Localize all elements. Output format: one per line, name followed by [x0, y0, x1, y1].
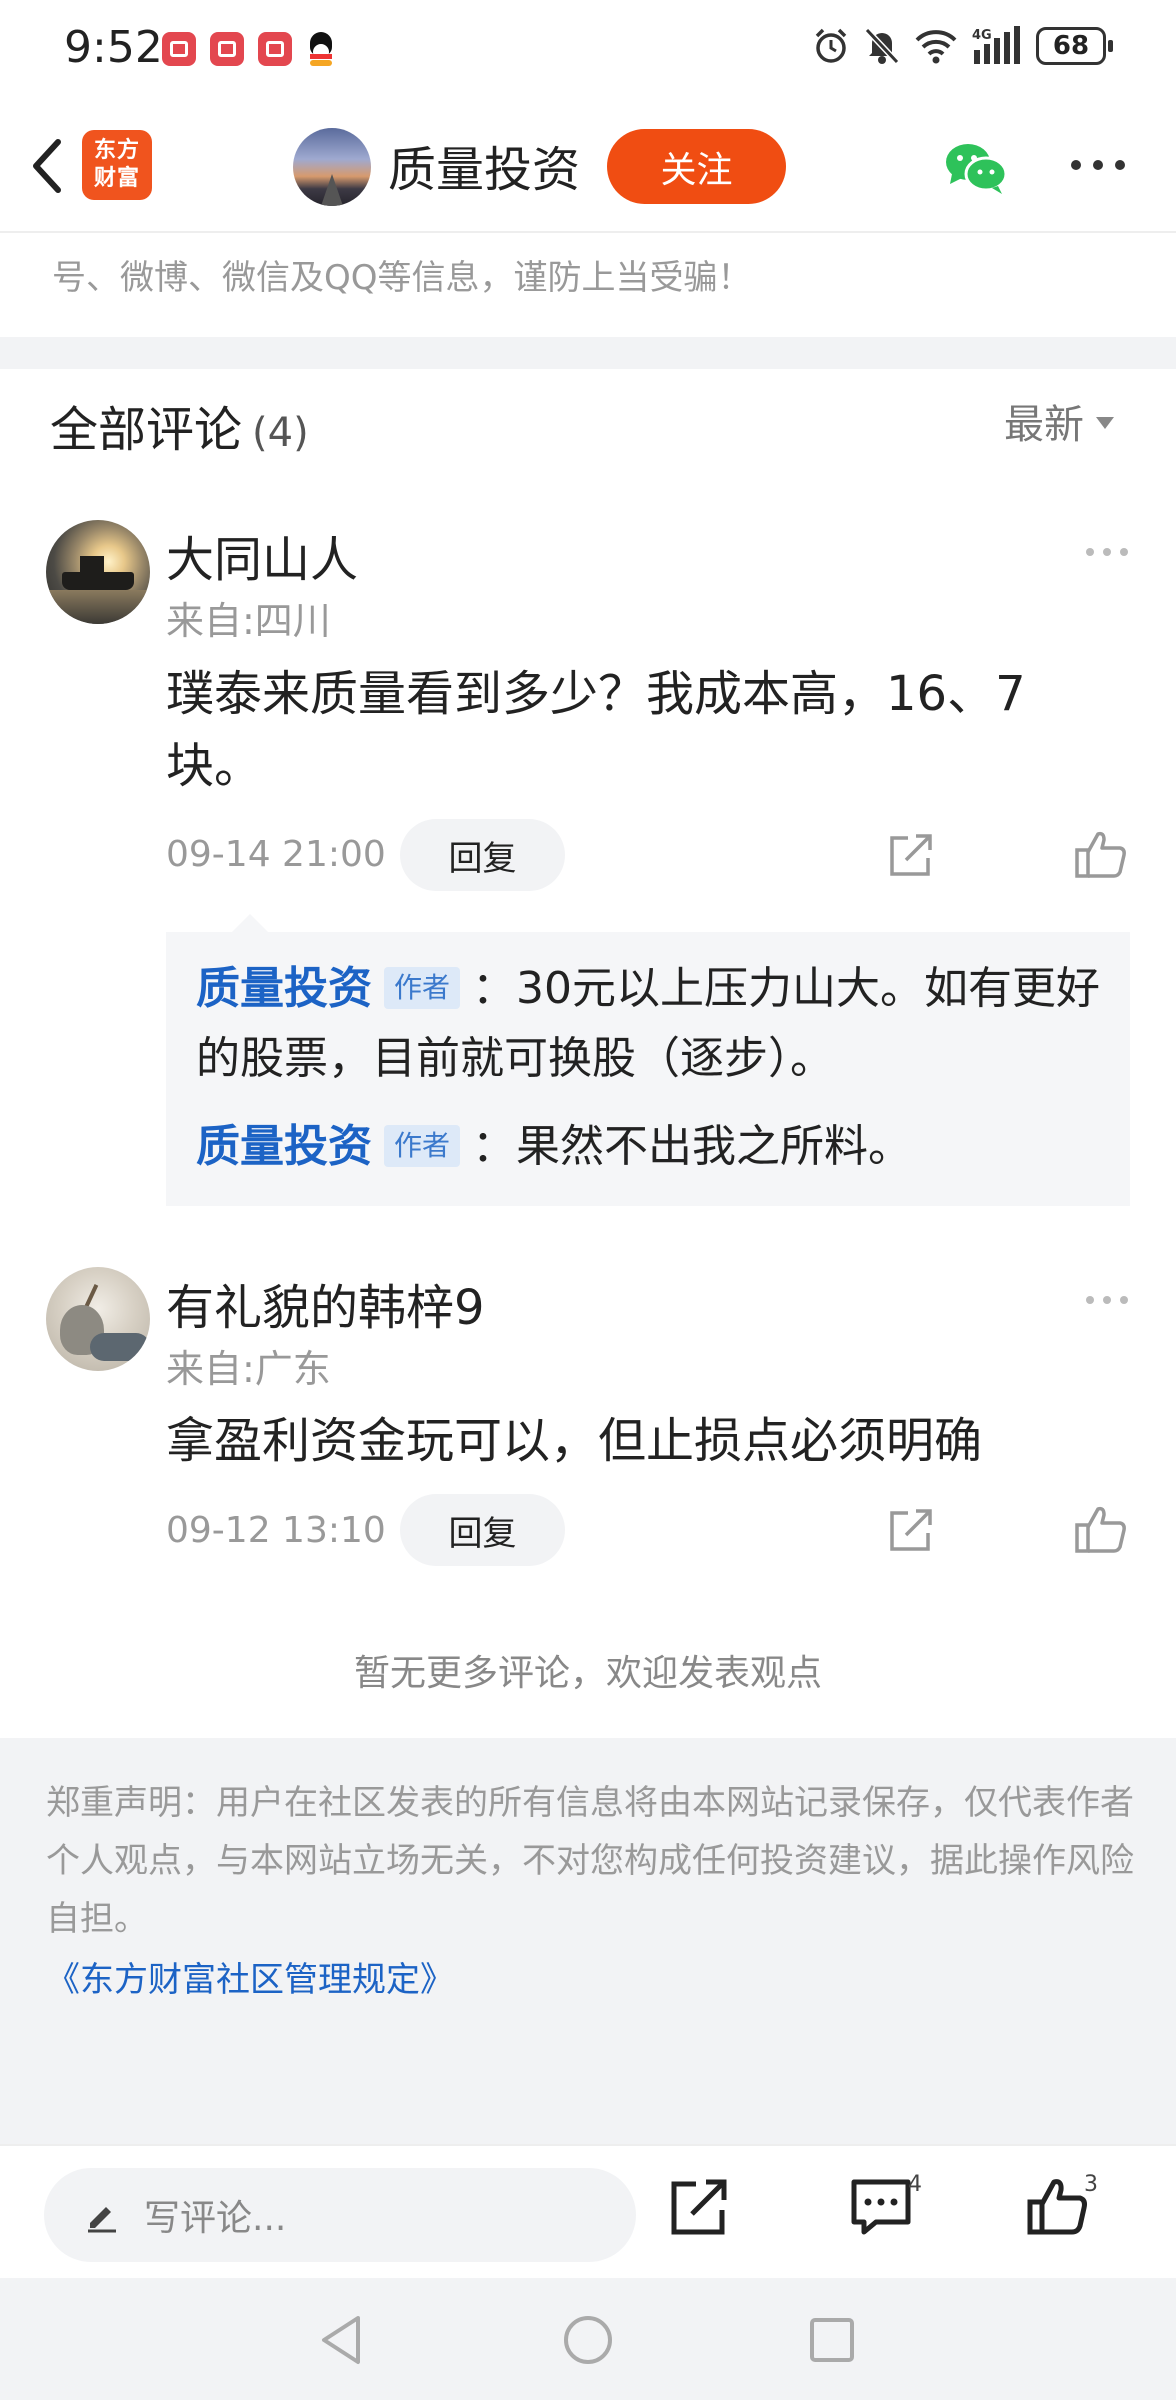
- like-icon[interactable]: [1074, 1503, 1128, 1555]
- like-icon[interactable]: [1026, 2176, 1088, 2238]
- follow-button[interactable]: 关注: [607, 129, 786, 204]
- logo-text-line1: 东方: [93, 138, 140, 163]
- community-rules-link[interactable]: 《东方财富社区管理规定》: [46, 1952, 454, 2001]
- status-bar: 9:52 4G 68: [0, 0, 1176, 100]
- comment-count-badge: 4: [908, 2172, 922, 2197]
- nav-recents-icon[interactable]: [808, 2316, 856, 2364]
- eastmoney-logo[interactable]: 东方 财富: [82, 130, 152, 200]
- author-name[interactable]: 质量投资: [388, 130, 580, 200]
- system-icons: 4G 68: [812, 26, 1113, 66]
- share-icon[interactable]: [886, 1505, 936, 1555]
- comment-icon[interactable]: [850, 2176, 912, 2238]
- comment-input-placeholder: 写评论...: [144, 2198, 287, 2239]
- write-comment-input[interactable]: 写评论...: [44, 2168, 636, 2262]
- comment-more-icon[interactable]: [1084, 1290, 1130, 1310]
- logo-text-line2: 财富: [93, 166, 140, 191]
- notification-icons: [162, 32, 336, 66]
- signal-icon: 4G: [972, 26, 1020, 64]
- reply-item: 质量投资 作者 ：果然不出我之所料。: [196, 1112, 1106, 1182]
- reply-author[interactable]: 质量投资: [196, 963, 372, 1014]
- reply-thread: 质量投资 作者 ：30元以上压力山大。如有更好的股票，目前就可换股（逐步）。 质量投…: [166, 914, 1130, 1206]
- comment-text: 拿盈利资金玩可以，但止损点必须明确: [166, 1413, 983, 1469]
- status-time: 9:52: [64, 22, 163, 73]
- commenter-name[interactable]: 大同山人: [166, 520, 358, 590]
- section-divider: [0, 337, 1176, 369]
- comment-time: 09-12 13:10: [166, 1510, 386, 1551]
- top-nav-bar: 东方 财富 质量投资 关注: [0, 100, 1176, 233]
- wifi-icon: [915, 30, 957, 64]
- commenter-name[interactable]: 有礼貌的韩梓9: [166, 1268, 485, 1338]
- comment-more-icon[interactable]: [1084, 542, 1130, 562]
- back-arrow-icon[interactable]: [18, 128, 78, 204]
- share-icon[interactable]: [668, 2176, 730, 2238]
- reply-button[interactable]: 回复: [400, 1494, 565, 1566]
- comments-title: 全部评论: [50, 402, 243, 458]
- sort-label: 最新: [1004, 402, 1084, 448]
- share-icon[interactable]: [886, 830, 936, 880]
- reply-text: ：果然不出我之所料。: [472, 1121, 913, 1172]
- disclaimer-section: 郑重声明：用户在社区发表的所有信息将由本网站记录保存，仅代表作者个人观点，与本网…: [0, 1738, 1176, 2144]
- dropdown-arrow-icon: [1096, 417, 1114, 429]
- mute-icon: [864, 27, 900, 65]
- author-tag: 作者: [384, 967, 461, 1009]
- red-notification-icon: [210, 32, 244, 66]
- qq-icon: [306, 32, 336, 66]
- app-root: 9:52 4G 68 东方 财富 质量投资 关注 号、微博、微信及QQ等信息，谨…: [0, 0, 1176, 2400]
- reply-item: 质量投资 作者 ：30元以上压力山大。如有更好的股票，目前就可换股（逐步）。: [196, 954, 1106, 1094]
- author-tag: 作者: [384, 1125, 461, 1167]
- comment-time: 09-14 21:00: [166, 834, 386, 875]
- comments-count: (4): [252, 410, 309, 456]
- author-avatar[interactable]: [293, 128, 371, 206]
- sort-dropdown[interactable]: 最新: [1004, 392, 1114, 450]
- comment-text: 璞泰来质量看到多少？我成本高，16、7块。: [166, 666, 1026, 794]
- red-notification-icon: [258, 32, 292, 66]
- alarm-icon: [815, 28, 847, 63]
- comments-header: 全部评论 (4): [50, 390, 309, 460]
- commenter-location: 来自:四川: [166, 599, 331, 643]
- bottom-action-bar: 写评论... 4 3: [0, 2144, 1176, 2278]
- battery-icon: 68: [1036, 27, 1113, 65]
- android-navigation-bar: [0, 2278, 1176, 2400]
- nav-home-icon[interactable]: [562, 2314, 614, 2366]
- disclaimer-text: 郑重声明：用户在社区发表的所有信息将由本网站记录保存，仅代表作者个人观点，与本网…: [46, 1783, 1134, 1939]
- commenter-location: 来自:广东: [166, 1347, 331, 1391]
- anti-fraud-notice: 号、微博、微信及QQ等信息，谨防上当受骗！: [52, 258, 752, 298]
- like-icon[interactable]: [1074, 828, 1128, 880]
- pencil-icon: [88, 2207, 116, 2233]
- svg-text:4G: 4G: [972, 28, 992, 43]
- reply-author[interactable]: 质量投资: [196, 1121, 372, 1172]
- like-count-badge: 3: [1084, 2172, 1098, 2197]
- commenter-avatar[interactable]: [46, 520, 150, 624]
- red-notification-icon: [162, 32, 196, 66]
- more-options-icon[interactable]: [1068, 150, 1128, 180]
- nav-back-icon[interactable]: [316, 2312, 366, 2368]
- wechat-share-icon[interactable]: [942, 138, 1010, 198]
- no-more-comments: 暂无更多评论，欢迎发表观点: [353, 1653, 822, 1694]
- commenter-avatar[interactable]: [46, 1267, 150, 1371]
- reply-button[interactable]: 回复: [400, 819, 565, 891]
